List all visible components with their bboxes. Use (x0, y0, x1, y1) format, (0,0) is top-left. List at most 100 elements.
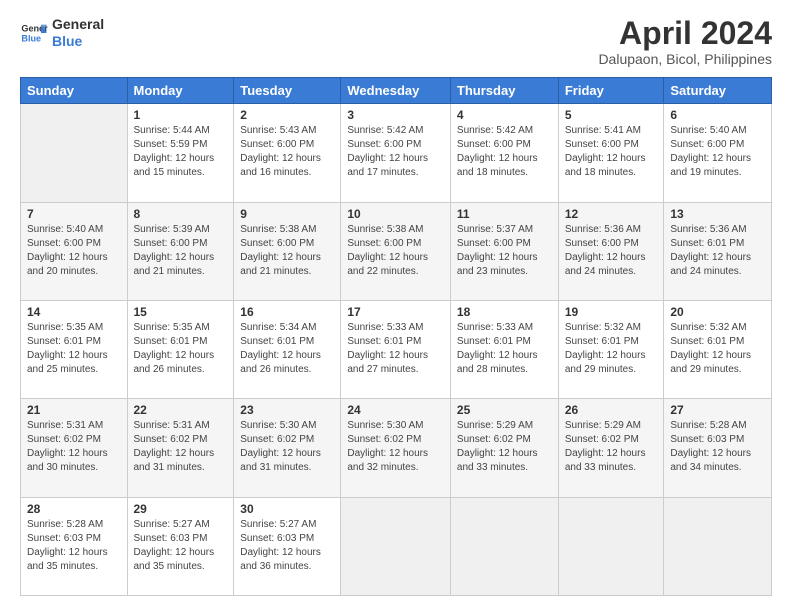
day-info: Sunrise: 5:34 AMSunset: 6:01 PMDaylight:… (240, 322, 321, 375)
calendar-table: Sunday Monday Tuesday Wednesday Thursday… (20, 77, 772, 596)
day-info: Sunrise: 5:38 AMSunset: 6:00 PMDaylight:… (347, 224, 428, 277)
col-friday: Friday (558, 78, 664, 104)
day-info: Sunrise: 5:42 AMSunset: 6:00 PMDaylight:… (457, 125, 538, 178)
day-cell (664, 497, 772, 595)
day-cell: 11 Sunrise: 5:37 AMSunset: 6:00 PMDaylig… (450, 202, 558, 300)
logo-icon: General Blue (20, 19, 48, 47)
day-cell: 13 Sunrise: 5:36 AMSunset: 6:01 PMDaylig… (664, 202, 772, 300)
day-number: 4 (457, 108, 552, 122)
day-info: Sunrise: 5:35 AMSunset: 6:01 PMDaylight:… (27, 322, 108, 375)
day-info: Sunrise: 5:28 AMSunset: 6:03 PMDaylight:… (670, 420, 751, 473)
day-number: 11 (457, 207, 552, 221)
day-number: 10 (347, 207, 444, 221)
day-cell: 15 Sunrise: 5:35 AMSunset: 6:01 PMDaylig… (127, 300, 234, 398)
day-cell: 27 Sunrise: 5:28 AMSunset: 6:03 PMDaylig… (664, 399, 772, 497)
day-number: 6 (670, 108, 765, 122)
day-cell: 4 Sunrise: 5:42 AMSunset: 6:00 PMDayligh… (450, 104, 558, 202)
day-cell (450, 497, 558, 595)
day-number: 8 (134, 207, 228, 221)
day-info: Sunrise: 5:27 AMSunset: 6:03 PMDaylight:… (134, 519, 215, 572)
day-cell: 19 Sunrise: 5:32 AMSunset: 6:01 PMDaylig… (558, 300, 664, 398)
day-info: Sunrise: 5:36 AMSunset: 6:00 PMDaylight:… (565, 224, 646, 277)
day-cell: 28 Sunrise: 5:28 AMSunset: 6:03 PMDaylig… (21, 497, 128, 595)
day-info: Sunrise: 5:42 AMSunset: 6:00 PMDaylight:… (347, 125, 428, 178)
day-number: 5 (565, 108, 658, 122)
main-title: April 2024 (598, 16, 772, 51)
day-cell: 16 Sunrise: 5:34 AMSunset: 6:01 PMDaylig… (234, 300, 341, 398)
day-cell: 7 Sunrise: 5:40 AMSunset: 6:00 PMDayligh… (21, 202, 128, 300)
week-row-0: 1 Sunrise: 5:44 AMSunset: 5:59 PMDayligh… (21, 104, 772, 202)
day-info: Sunrise: 5:41 AMSunset: 6:00 PMDaylight:… (565, 125, 646, 178)
day-number: 26 (565, 403, 658, 417)
day-cell: 29 Sunrise: 5:27 AMSunset: 6:03 PMDaylig… (127, 497, 234, 595)
day-number: 25 (457, 403, 552, 417)
col-wednesday: Wednesday (341, 78, 451, 104)
day-number: 15 (134, 305, 228, 319)
day-number: 3 (347, 108, 444, 122)
day-info: Sunrise: 5:37 AMSunset: 6:00 PMDaylight:… (457, 224, 538, 277)
day-cell: 14 Sunrise: 5:35 AMSunset: 6:01 PMDaylig… (21, 300, 128, 398)
day-number: 28 (27, 502, 121, 516)
calendar-header: Sunday Monday Tuesday Wednesday Thursday… (21, 78, 772, 104)
day-cell (558, 497, 664, 595)
day-number: 19 (565, 305, 658, 319)
day-info: Sunrise: 5:31 AMSunset: 6:02 PMDaylight:… (134, 420, 215, 473)
day-cell: 18 Sunrise: 5:33 AMSunset: 6:01 PMDaylig… (450, 300, 558, 398)
col-thursday: Thursday (450, 78, 558, 104)
page: General Blue General Blue April 2024 Dal… (0, 0, 792, 612)
title-block: April 2024 Dalupaon, Bicol, Philippines (598, 16, 772, 67)
day-info: Sunrise: 5:29 AMSunset: 6:02 PMDaylight:… (457, 420, 538, 473)
day-number: 17 (347, 305, 444, 319)
day-number: 30 (240, 502, 334, 516)
day-cell: 5 Sunrise: 5:41 AMSunset: 6:00 PMDayligh… (558, 104, 664, 202)
day-number: 12 (565, 207, 658, 221)
day-number: 13 (670, 207, 765, 221)
logo: General Blue General Blue (20, 16, 104, 50)
col-monday: Monday (127, 78, 234, 104)
day-info: Sunrise: 5:40 AMSunset: 6:00 PMDaylight:… (670, 125, 751, 178)
day-info: Sunrise: 5:32 AMSunset: 6:01 PMDaylight:… (670, 322, 751, 375)
day-info: Sunrise: 5:38 AMSunset: 6:00 PMDaylight:… (240, 224, 321, 277)
day-info: Sunrise: 5:30 AMSunset: 6:02 PMDaylight:… (347, 420, 428, 473)
day-info: Sunrise: 5:27 AMSunset: 6:03 PMDaylight:… (240, 519, 321, 572)
header: General Blue General Blue April 2024 Dal… (20, 16, 772, 67)
day-number: 27 (670, 403, 765, 417)
day-info: Sunrise: 5:33 AMSunset: 6:01 PMDaylight:… (457, 322, 538, 375)
logo-text-blue: Blue (52, 33, 104, 50)
day-info: Sunrise: 5:29 AMSunset: 6:02 PMDaylight:… (565, 420, 646, 473)
col-tuesday: Tuesday (234, 78, 341, 104)
header-row: Sunday Monday Tuesday Wednesday Thursday… (21, 78, 772, 104)
day-info: Sunrise: 5:44 AMSunset: 5:59 PMDaylight:… (134, 125, 215, 178)
day-cell: 6 Sunrise: 5:40 AMSunset: 6:00 PMDayligh… (664, 104, 772, 202)
day-number: 21 (27, 403, 121, 417)
day-info: Sunrise: 5:40 AMSunset: 6:00 PMDaylight:… (27, 224, 108, 277)
day-cell: 25 Sunrise: 5:29 AMSunset: 6:02 PMDaylig… (450, 399, 558, 497)
day-cell: 3 Sunrise: 5:42 AMSunset: 6:00 PMDayligh… (341, 104, 451, 202)
day-number: 14 (27, 305, 121, 319)
day-cell: 10 Sunrise: 5:38 AMSunset: 6:00 PMDaylig… (341, 202, 451, 300)
week-row-4: 28 Sunrise: 5:28 AMSunset: 6:03 PMDaylig… (21, 497, 772, 595)
day-cell: 8 Sunrise: 5:39 AMSunset: 6:00 PMDayligh… (127, 202, 234, 300)
day-cell: 26 Sunrise: 5:29 AMSunset: 6:02 PMDaylig… (558, 399, 664, 497)
day-number: 1 (134, 108, 228, 122)
day-number: 16 (240, 305, 334, 319)
svg-text:Blue: Blue (21, 33, 41, 43)
logo-text-general: General (52, 16, 104, 33)
day-info: Sunrise: 5:35 AMSunset: 6:01 PMDaylight:… (134, 322, 215, 375)
week-row-3: 21 Sunrise: 5:31 AMSunset: 6:02 PMDaylig… (21, 399, 772, 497)
day-number: 24 (347, 403, 444, 417)
day-info: Sunrise: 5:28 AMSunset: 6:03 PMDaylight:… (27, 519, 108, 572)
calendar-body: 1 Sunrise: 5:44 AMSunset: 5:59 PMDayligh… (21, 104, 772, 596)
col-saturday: Saturday (664, 78, 772, 104)
day-cell: 12 Sunrise: 5:36 AMSunset: 6:00 PMDaylig… (558, 202, 664, 300)
day-number: 20 (670, 305, 765, 319)
day-info: Sunrise: 5:30 AMSunset: 6:02 PMDaylight:… (240, 420, 321, 473)
day-cell (341, 497, 451, 595)
day-number: 7 (27, 207, 121, 221)
day-number: 2 (240, 108, 334, 122)
subtitle: Dalupaon, Bicol, Philippines (598, 51, 772, 67)
day-number: 9 (240, 207, 334, 221)
day-cell: 30 Sunrise: 5:27 AMSunset: 6:03 PMDaylig… (234, 497, 341, 595)
day-cell: 2 Sunrise: 5:43 AMSunset: 6:00 PMDayligh… (234, 104, 341, 202)
day-number: 22 (134, 403, 228, 417)
